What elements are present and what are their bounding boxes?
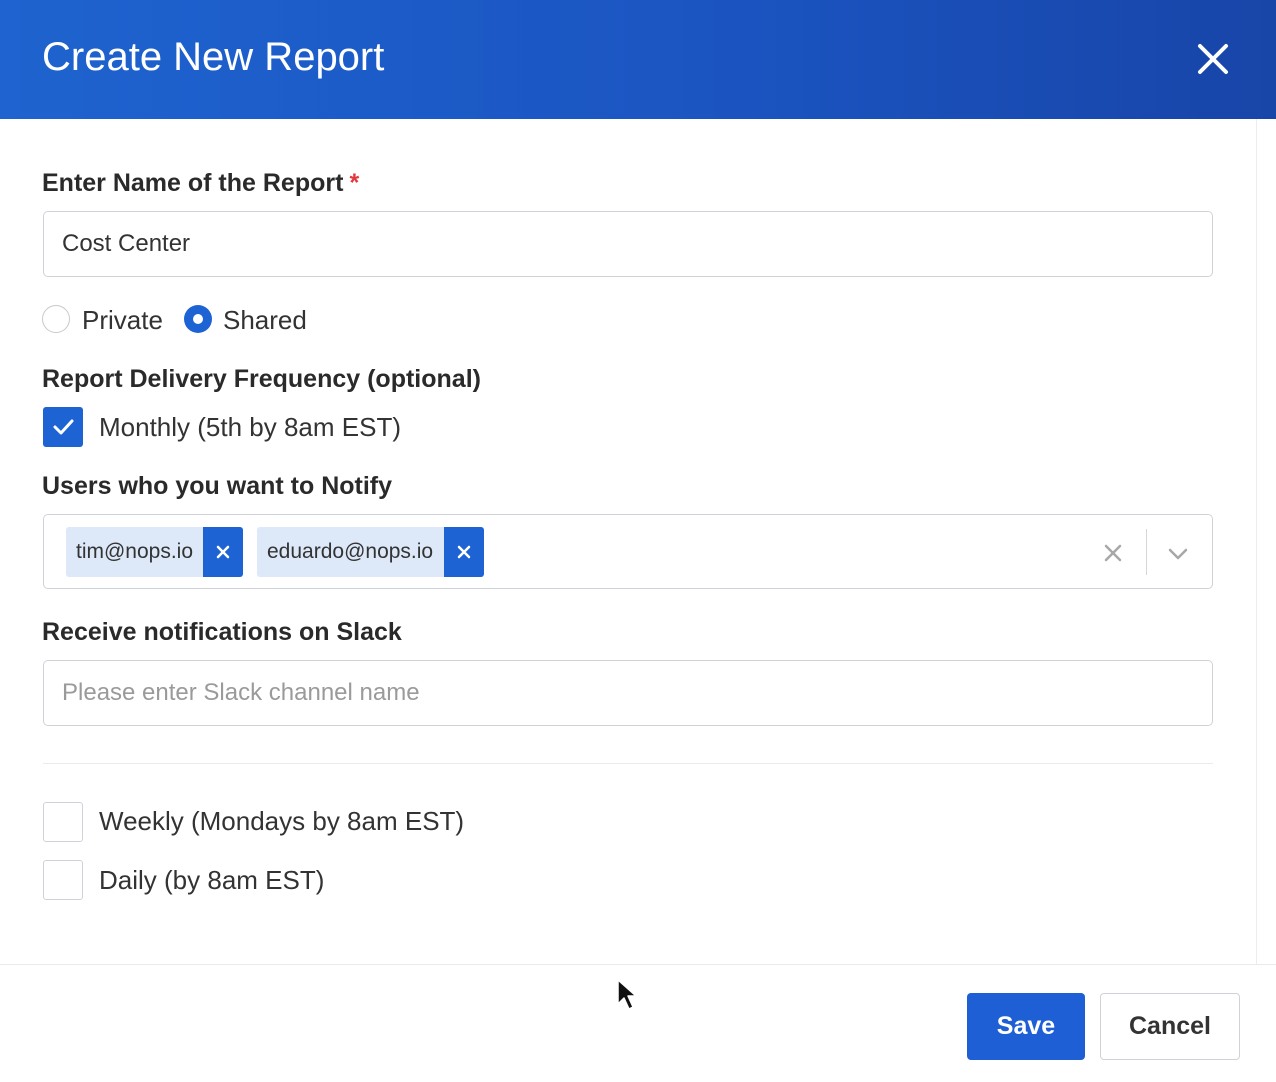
indicator-separator [1146, 529, 1147, 575]
report-name-value: Cost Center [62, 230, 191, 257]
monthly-label[interactable]: Monthly (5th by 8am EST) [99, 410, 401, 444]
user-tag-label: tim@nops.io [76, 540, 194, 563]
clear-icon [1104, 544, 1122, 562]
close-icon [1198, 44, 1228, 74]
user-tag-label: eduardo@nops.io [267, 540, 434, 563]
report-name-label-text: Enter Name of the Report [42, 169, 344, 197]
frequency-label: Report Delivery Frequency (optional) [42, 365, 481, 393]
scroll-edge [1256, 119, 1257, 964]
private-radio-label[interactable]: Private [82, 303, 163, 337]
slack-label: Receive notifications on Slack [42, 618, 402, 646]
divider [43, 763, 1213, 764]
weekly-checkbox[interactable] [43, 802, 83, 842]
mouse-cursor-icon [617, 979, 637, 1010]
save-button[interactable]: Save [967, 993, 1085, 1060]
dialog-header: Create New Report [0, 0, 1276, 119]
chevron-down-icon [1168, 548, 1188, 560]
slack-channel-input[interactable]: Please enter Slack channel name [43, 660, 1213, 726]
private-radio[interactable] [42, 305, 70, 333]
shared-radio-label[interactable]: Shared [223, 303, 307, 337]
remove-icon [457, 545, 471, 559]
checkmark-icon [53, 419, 74, 435]
monthly-checkbox[interactable] [43, 407, 83, 447]
required-mark: * [349, 169, 360, 197]
dialog-title: Create New Report [42, 35, 385, 79]
slack-channel-placeholder: Please enter Slack channel name [62, 679, 420, 706]
daily-checkbox[interactable] [43, 860, 83, 900]
user-tag: tim@nops.io [66, 527, 243, 577]
remove-user-button[interactable] [203, 527, 243, 577]
notify-users-select[interactable]: tim@nops.io eduardo@nops.io [43, 514, 1213, 589]
remove-icon [216, 545, 230, 559]
notify-label: Users who you want to Notify [42, 472, 393, 500]
cancel-button[interactable]: Cancel [1100, 993, 1240, 1060]
daily-label[interactable]: Daily (by 8am EST) [99, 863, 324, 897]
close-button[interactable] [1190, 36, 1236, 82]
clear-users-button[interactable] [1099, 539, 1127, 567]
shared-radio[interactable] [184, 305, 212, 333]
report-name-input[interactable]: Cost Center [43, 211, 1213, 277]
remove-user-button[interactable] [444, 527, 484, 577]
user-tag: eduardo@nops.io [257, 527, 484, 577]
dropdown-toggle[interactable] [1164, 539, 1192, 567]
weekly-label[interactable]: Weekly (Mondays by 8am EST) [99, 804, 464, 838]
report-name-label: Enter Name of the Report * [42, 168, 359, 198]
footer-divider [0, 964, 1276, 965]
